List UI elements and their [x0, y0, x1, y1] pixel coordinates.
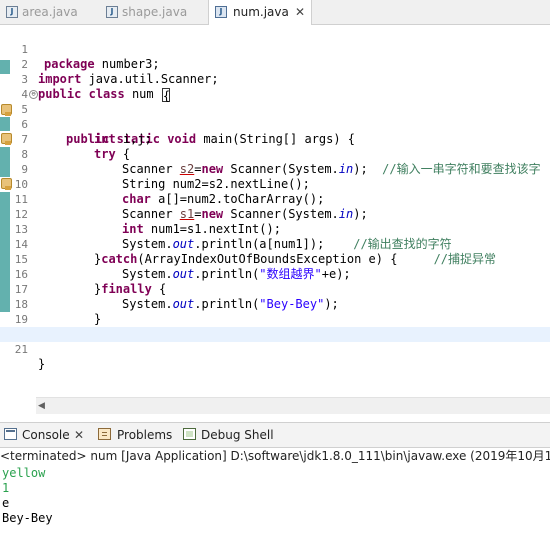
code-line[interactable]: 19 } — [0, 297, 550, 341]
tab-num-java[interactable]: J num.java ✕ — [208, 0, 312, 25]
tab-console[interactable]: Console ✕ — [4, 423, 100, 447]
tab-debug-shell[interactable]: Debug Shell — [183, 423, 279, 447]
java-file-icon: J — [106, 6, 118, 18]
tab-label: Debug Shell — [201, 428, 274, 442]
code-line[interactable]: 17 System.out.println("Bey-Bey"); — [0, 267, 550, 311]
code-line[interactable]: 12 int num1=s1.nextInt(); — [0, 192, 550, 236]
code-line[interactable]: 15 System.out.println("数组越界"+e); — [0, 237, 550, 281]
code-line-current[interactable]: 21 } — [0, 327, 550, 371]
tab-label: Problems — [117, 428, 173, 442]
debug-shell-icon — [183, 428, 196, 440]
code-line[interactable]: 16 }finally { — [0, 252, 550, 296]
problems-icon — [98, 428, 111, 440]
tab-label: Console — [22, 428, 70, 442]
tab-label: num.java — [233, 5, 289, 19]
code-line[interactable]: 20 — [0, 312, 550, 341]
fold-toggle-icon[interactable]: ⊖ — [29, 90, 38, 99]
code-line[interactable]: 1 package number3; — [0, 27, 550, 71]
console-icon — [4, 428, 17, 440]
tab-label: area.java — [22, 5, 78, 19]
horizontal-scrollbar[interactable]: ◀ — [36, 397, 550, 414]
scroll-left-icon[interactable]: ◀ — [38, 401, 45, 411]
code-line[interactable]: 7 try { — [0, 117, 550, 161]
editor-tab-bar: J area.java J shape.java J num.java ✕ — [0, 0, 550, 25]
code-text: } — [38, 357, 46, 371]
code-line[interactable]: 14 }catch(ArrayIndexOutOfBoundsException… — [0, 222, 550, 266]
java-file-icon: J — [6, 6, 18, 18]
code-line[interactable]: 5 ⊖ public static void main(String[] arg… — [0, 87, 550, 146]
code-editor[interactable]: 1 package number3; 2 import java.util.Sc… — [0, 25, 550, 414]
close-icon[interactable]: ✕ — [74, 423, 84, 447]
code-line[interactable]: 11 Scanner s1=new Scanner(System.in); — [0, 177, 550, 221]
tab-problems[interactable]: Problems — [98, 423, 178, 447]
code-line[interactable]: 2 import java.util.Scanner; — [0, 42, 550, 86]
code-line[interactable]: 8 Scanner s2=new Scanner(System.in); //输… — [0, 132, 550, 176]
console-output-line: Bey-Bey — [2, 511, 53, 525]
code-line[interactable]: 13 System.out.println(a[num1]); //输出查找的字… — [0, 207, 550, 251]
code-line[interactable]: 4 — [0, 72, 550, 101]
line-number: 21 — [14, 343, 28, 356]
tab-shape-java[interactable]: J shape.java — [102, 0, 206, 24]
code-line[interactable]: 10 char a[]=num2.toCharArray(); — [0, 162, 550, 206]
bottom-panel-tabs: Console ✕ Problems Debug Shell — [0, 422, 550, 448]
console-output[interactable]: yellow 1 e Bey-Bey — [2, 466, 53, 526]
code-line[interactable]: 9 String num2=s2.nextLine(); — [0, 147, 550, 191]
console-output-line: e — [2, 496, 10, 510]
console-input-line: yellow — [2, 466, 46, 480]
console-status-line: <terminated> num [Java Application] D:\s… — [0, 449, 550, 463]
code-line[interactable]: 3 public class num { — [0, 57, 550, 103]
close-icon[interactable]: ✕ — [295, 0, 305, 24]
tab-label: shape.java — [122, 5, 188, 19]
java-main-file-icon: J — [215, 6, 227, 18]
code-line[interactable]: 18 } — [0, 282, 550, 326]
tab-area-java[interactable]: J area.java — [0, 0, 102, 24]
console-input-line: 1 — [2, 481, 10, 495]
code-line[interactable]: 6 int i,j; — [0, 102, 550, 146]
